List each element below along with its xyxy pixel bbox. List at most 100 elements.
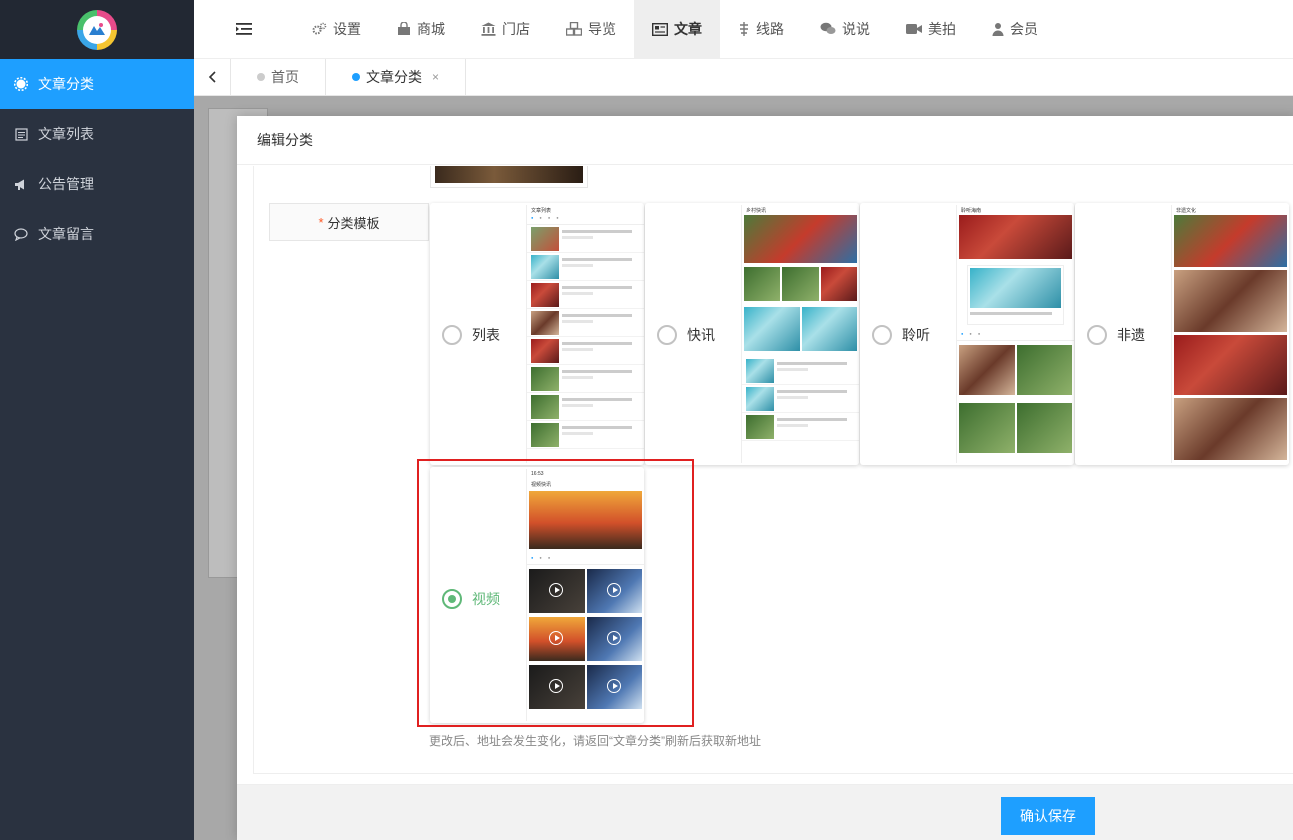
preview-title: 视频快讯 [531,481,552,488]
tab-home[interactable]: 首页 [231,59,326,95]
nav-item-label: 设置 [333,21,361,37]
preview-tabs: ● ● ● [957,331,1074,341]
chat-icon [820,22,836,36]
sidebar-item-comments[interactable]: 文章留言 [0,209,194,259]
confirm-save-button[interactable]: 确认保存 [1001,797,1095,835]
required-mark: * [318,214,324,230]
cover-image-preview [430,166,588,188]
template-option-label: 非遗 [1117,327,1145,343]
template-field-label-text: 分类模板 [327,215,380,231]
tab-dot [352,73,360,81]
nav-item-label: 说说 [842,21,870,37]
template-preview-heritage: 非遗文化 [1171,205,1289,463]
nav-item-label: 美拍 [928,21,956,37]
dialog-body: * 分类模板 列表 文章列表 ● ● ● ● 快讯 乡村快讯 聆听 聆听海南 ●… [253,166,1293,774]
megaphone-icon [14,177,28,191]
radio-button[interactable] [872,325,892,345]
template-radio[interactable]: 快讯 [657,325,715,345]
template-field-label: * 分类模板 [269,203,429,241]
template-option-news[interactable]: 快讯 乡村快讯 [645,203,859,465]
comment-icon [14,227,28,241]
preview-title: 非遗文化 [1176,207,1197,214]
template-preview-news: 乡村快讯 [741,205,859,463]
template-option-label: 聆听 [902,327,930,343]
sidebar-item-announcements[interactable]: 公告管理 [0,159,194,209]
radio-button-checked[interactable] [442,589,462,609]
nav-item-photos[interactable]: 美拍 [888,0,974,59]
sidebar: 文章分类 文章列表 公告管理 文章留言 [0,0,194,840]
bank-icon [481,22,496,36]
indent-icon [236,23,252,35]
nav-item-members[interactable]: 会员 [974,0,1056,59]
nav-item-label: 会员 [1010,21,1038,37]
cubes-icon [566,22,582,36]
preview-title: 文章列表 [531,207,552,214]
sidebar-item-label: 公告管理 [38,176,94,192]
top-navigation: 设置 商城 门店 导览 文章 线路 说说 美拍 会员 [194,0,1293,59]
tab-dot [257,73,265,81]
radio-button[interactable] [657,325,677,345]
template-option-label: 列表 [472,327,500,343]
sidebar-item-article-list[interactable]: 文章列表 [0,109,194,159]
preview-tabs: ● ● ● ● [527,215,644,225]
tab-label: 文章分类 [366,69,422,85]
nav-item-guide[interactable]: 导览 [548,0,634,59]
nav-item-settings[interactable]: 设置 [294,0,379,59]
nav-item-articles[interactable]: 文章 [634,0,720,59]
route-icon [738,22,750,36]
sidebar-item-label: 文章留言 [38,226,94,242]
template-option-video[interactable]: 视频 16:53 视频快讯 ● ● ● [430,467,644,723]
logo-figure-icon [89,22,105,35]
template-option-label: 视频 [472,591,500,607]
template-preview-video: 16:53 视频快讯 ● ● ● [526,469,644,721]
preview-title: 乡村快讯 [746,207,767,214]
sidebar-item-label: 文章列表 [38,126,94,142]
nav-item-mall[interactable]: 商城 [379,0,463,59]
video-camera-icon [906,23,922,35]
template-option-heritage[interactable]: 非遗 非遗文化 [1075,203,1289,465]
template-option-label: 快讯 [687,327,715,343]
template-radio[interactable]: 列表 [442,325,500,345]
sidebar-item-article-category[interactable]: 文章分类 [0,59,194,109]
tab-close-icon[interactable]: × [432,70,439,84]
nav-item-stores[interactable]: 门店 [463,0,548,59]
gears-icon [312,22,327,36]
address-change-hint: 更改后、地址会发生变化，请返回“文章分类”刷新后获取新地址 [429,734,761,748]
template-radio[interactable]: 非遗 [1087,325,1145,345]
menu-toggle-button[interactable] [194,0,294,59]
template-radio[interactable]: 视频 [442,589,500,609]
nav-item-label: 商城 [417,21,445,37]
gear-icon [14,77,28,91]
shopping-bag-icon [397,22,411,36]
logo-area [0,0,194,59]
radio-button[interactable] [1087,325,1107,345]
edit-category-dialog: 编辑分类 * 分类模板 列表 文章列表 ● ● ● ● 快讯 乡村快讯 聆听 聆… [237,116,1293,840]
template-option-listen[interactable]: 聆听 聆听海南 ● ● ● [860,203,1074,465]
nav-item-label: 线路 [756,21,784,37]
template-option-list[interactable]: 列表 文章列表 ● ● ● ● [430,203,644,465]
preview-tabs: ● ● ● [527,555,644,565]
tab-label: 首页 [271,69,299,85]
template-preview-listen: 聆听海南 ● ● ● [956,205,1074,463]
radio-button[interactable] [442,325,462,345]
template-preview-list: 文章列表 ● ● ● ● [526,205,644,463]
sidebar-item-label: 文章分类 [38,76,94,92]
nav-item-routes[interactable]: 线路 [720,0,802,59]
tab-article-category[interactable]: 文章分类 × [326,59,467,95]
preview-title: 聆听海南 [961,207,982,214]
dialog-title: 编辑分类 [257,132,313,148]
tabs-scroll-left-button[interactable] [194,59,231,95]
nav-item-posts[interactable]: 说说 [802,0,888,59]
template-radio[interactable]: 聆听 [872,325,930,345]
user-icon [992,22,1004,36]
newspaper-icon [652,22,668,36]
dialog-footer [237,784,1293,840]
chevron-left-icon [208,71,216,83]
nav-item-label: 门店 [502,21,530,37]
nav-item-label: 文章 [674,21,702,37]
app-logo[interactable] [77,9,117,50]
dialog-header: 编辑分类 [237,116,1293,165]
preview-status-time: 16:53 [531,471,544,477]
list-icon [14,127,28,141]
page-tabs-bar: 首页 文章分类 × [194,59,1293,96]
